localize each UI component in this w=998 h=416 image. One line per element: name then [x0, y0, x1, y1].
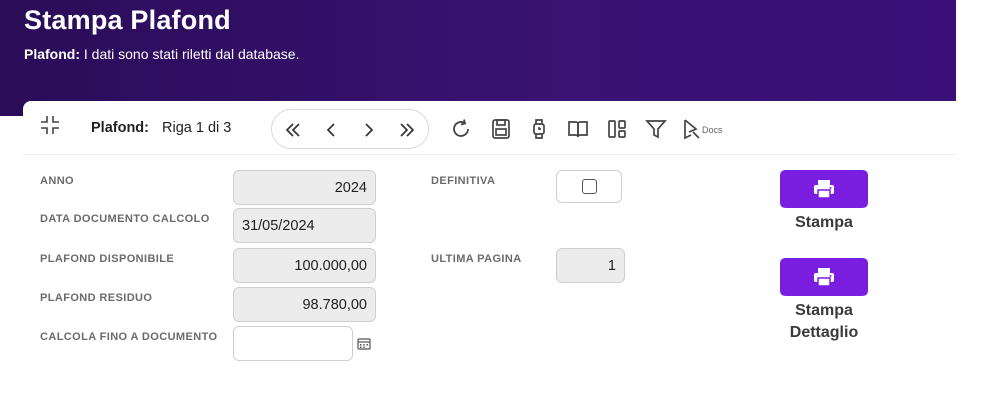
collapse-icon[interactable]: [38, 113, 62, 137]
definitiva-field: [556, 170, 622, 203]
record-label: Plafond:: [91, 120, 149, 136]
printer-icon: [814, 180, 834, 199]
definitiva-checkbox[interactable]: [582, 179, 597, 194]
stampa-dettaglio-label-line1: Stampa: [795, 302, 853, 319]
plafond-residuo-label: PLAFOND RESIDUO: [40, 292, 153, 304]
stampa-dettaglio-label-line2: Dettaglio: [789, 324, 859, 341]
stampa-label[interactable]: Stampa: [764, 212, 884, 234]
filter-icon[interactable]: [644, 117, 668, 141]
anno-label: ANNO: [40, 175, 74, 187]
record-navigator: [271, 109, 429, 149]
page-header: Stampa Plafond Plafond: I dati sono stat…: [0, 0, 956, 116]
docs-label[interactable]: Docs: [702, 125, 723, 135]
book-icon[interactable]: [566, 117, 590, 141]
first-icon[interactable]: [282, 119, 304, 141]
last-icon[interactable]: [396, 119, 418, 141]
printer-icon: [814, 268, 834, 287]
anno-field[interactable]: 2024: [233, 170, 376, 205]
docs-icon[interactable]: [680, 117, 704, 141]
status-message-text: I dati sono stati riletti dal database.: [83, 46, 300, 62]
watch-icon[interactable]: [527, 117, 551, 141]
prev-icon[interactable]: [320, 119, 342, 141]
calcola-fino-field[interactable]: [233, 326, 353, 361]
layout-icon[interactable]: [605, 117, 629, 141]
plafond-residuo-field[interactable]: 98.780,00: [233, 287, 376, 322]
next-icon[interactable]: [358, 119, 380, 141]
page: Stampa Plafond Plafond: I dati sono stat…: [0, 0, 998, 416]
stampa-button[interactable]: [780, 170, 868, 208]
data-documento-label: DATA DOCUMENTO CALCOLO: [40, 213, 210, 225]
record-position: Riga 1 di 3: [162, 120, 232, 136]
toolbar: Plafond: Riga 1 di 3 Docs: [23, 101, 956, 155]
plafond-disponibile-label: PLAFOND DISPONIBILE: [40, 253, 175, 265]
plafond-disponibile-field[interactable]: 100.000,00: [233, 248, 376, 283]
status-message-label: Plafond:: [24, 46, 80, 62]
ultima-pagina-field[interactable]: 1: [556, 248, 625, 283]
stampa-dettaglio-button[interactable]: [780, 258, 868, 296]
calcola-fino-label: CALCOLA FINO A DOCUMENTO: [40, 331, 218, 343]
main-panel: Plafond: Riga 1 di 3 Docs ANNO 2024 DATA…: [23, 101, 956, 416]
page-title: Stampa Plafond: [24, 5, 231, 35]
calendar-icon[interactable]: [357, 337, 371, 350]
save-icon[interactable]: [489, 117, 513, 141]
refresh-icon[interactable]: [449, 117, 473, 141]
data-documento-field[interactable]: 31/05/2024: [233, 208, 376, 243]
status-message: Plafond: I dati sono stati riletti dal d…: [24, 46, 299, 62]
stampa-dettaglio-label[interactable]: Stampa Dettaglio: [764, 300, 884, 344]
ultima-pagina-label: ULTIMA PAGINA: [431, 253, 522, 265]
definitiva-label: DEFINITIVA: [431, 175, 496, 187]
